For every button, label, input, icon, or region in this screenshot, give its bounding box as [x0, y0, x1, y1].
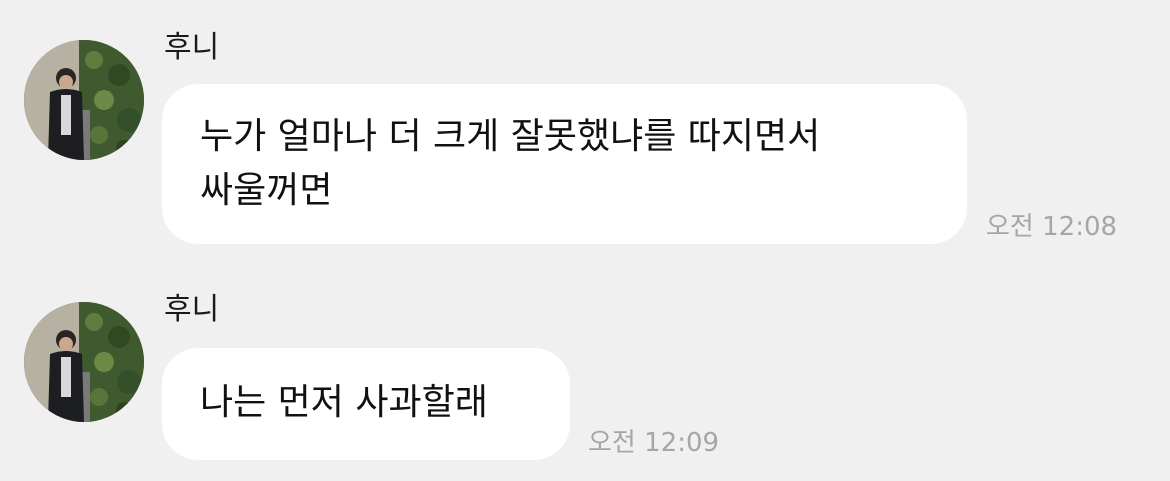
message-text-line: 누가 얼마나 더 크게 잘못했냐를 따지면서: [200, 116, 821, 157]
chat-thread: 후니 누가 얼마나 더 크게 잘못했냐를 따지면서 싸울꺼면 오전 12:08: [0, 0, 1170, 481]
message-bubble[interactable]: 누가 얼마나 더 크게 잘못했냐를 따지면서 싸울꺼면: [162, 84, 967, 244]
message-timestamp: 오전 12:08: [986, 212, 1118, 242]
message-text-line: 나는 먼저 사과할래: [200, 382, 488, 423]
message-text-line: 싸울꺼면: [200, 170, 333, 211]
message-timestamp: 오전 12:09: [588, 428, 720, 458]
profile-photo-icon: [24, 302, 144, 422]
sender-name: 후니: [164, 30, 220, 65]
profile-photo-icon: [24, 40, 144, 160]
message-bubble[interactable]: 나는 먼저 사과할래: [162, 348, 570, 460]
avatar[interactable]: [24, 40, 144, 160]
avatar[interactable]: [24, 302, 144, 422]
sender-name: 후니: [164, 292, 220, 327]
